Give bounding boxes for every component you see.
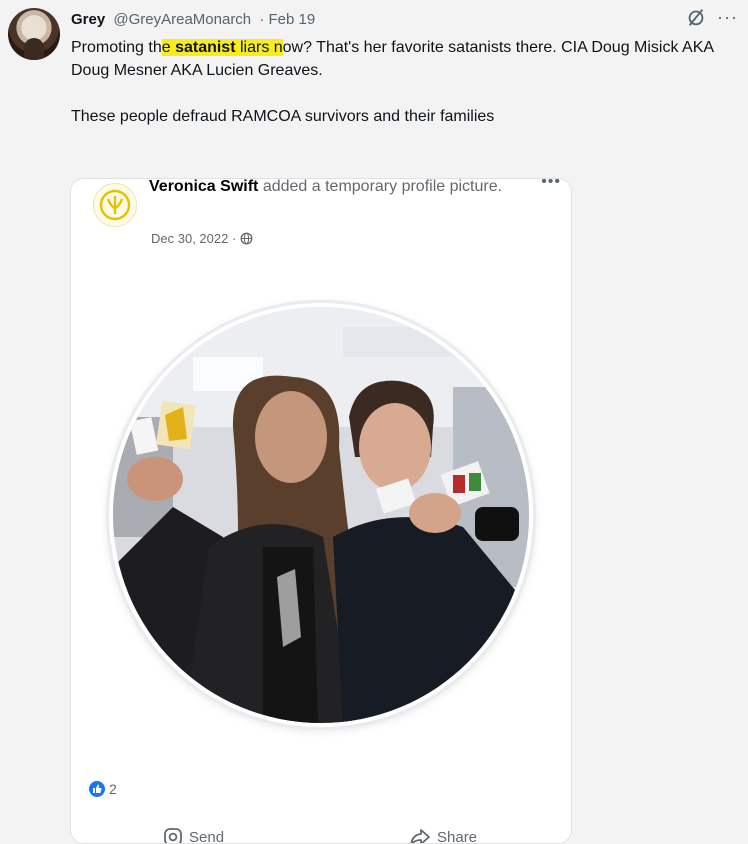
author-name[interactable]: Grey [71,11,105,28]
more-icon[interactable]: ··· [717,7,738,27]
send-button[interactable]: Send [163,827,224,844]
embedded-facebook-post[interactable]: Veronica Swift added a temporary profile… [70,178,572,844]
post-header-text: Veronica Swift added a temporary profile… [149,178,509,198]
poster-avatar [93,183,137,227]
profile-photo[interactable] [113,307,529,723]
globe-icon [240,232,253,245]
brand-logo-icon [98,188,132,222]
tweet-top-icons: ··· [685,6,738,28]
share-icon [409,827,431,844]
tweet-paragraph-2: These people defraud RAMCOA survivors an… [71,105,731,128]
tweet-paragraph-1: Promoting the satanist liars now? That's… [71,36,731,82]
messenger-icon [163,827,183,844]
tweet-header: Grey @GreyAreaMonarch · Feb 19 [71,10,688,30]
post-more-icon[interactable]: ••• [541,178,561,191]
post-date[interactable]: Dec 30, 2022 · [151,231,236,246]
highlighted-text: e satanist liars n [162,39,283,56]
post-actions: Send Share [71,827,571,844]
reaction-count: 2 [109,781,117,797]
like-reaction-icon [89,781,105,797]
author-handle[interactable]: @GreyAreaMonarch [113,11,251,28]
tweet-date[interactable]: · Feb 19 [259,11,315,28]
grok-icon[interactable] [685,6,707,28]
tweet-text: Promoting the satanist liars now? That's… [71,36,731,128]
post-meta: Dec 30, 2022 · [151,231,253,246]
reactions-summary[interactable]: 2 [89,781,117,797]
share-button[interactable]: Share [409,827,477,844]
author-avatar[interactable] [8,8,60,60]
post-action-text: added a temporary profile picture. [258,178,502,195]
poster-name[interactable]: Veronica Swift [149,178,258,195]
